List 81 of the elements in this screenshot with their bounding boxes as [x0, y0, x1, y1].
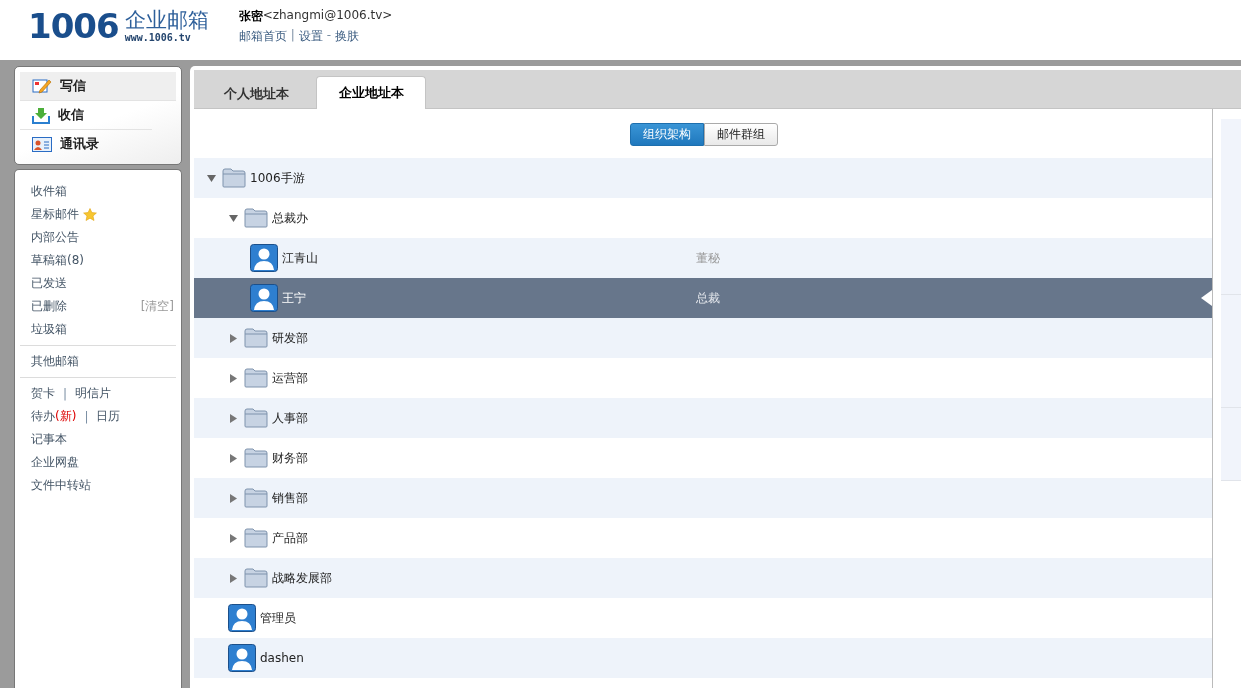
tree-row[interactable]: dashen: [194, 638, 1212, 678]
user-name: 张密: [238, 8, 263, 25]
tree-row[interactable]: 研发部: [194, 318, 1212, 358]
contact-name: dashen: [260, 651, 304, 665]
header-link[interactable]: 邮箱首页: [238, 28, 287, 45]
expanded-arrow-icon[interactable]: [228, 213, 238, 223]
user-email: <zhangmi@1006.tv>: [262, 8, 393, 24]
contact-card-icon: [32, 136, 52, 152]
collapsed-arrow-icon[interactable]: [228, 333, 238, 343]
department-name: 运营部: [272, 369, 308, 387]
header-link[interactable]: 设置: [298, 28, 323, 45]
expanded-arrow-icon[interactable]: [206, 173, 216, 183]
user-avatar-icon: [228, 604, 256, 632]
collapsed-arrow-icon[interactable]: [228, 413, 238, 423]
tree-row[interactable]: 销售部: [194, 478, 1212, 518]
department-name: 销售部: [272, 489, 308, 507]
collapsed-arrow-icon[interactable]: [228, 453, 238, 463]
job-title: 总裁: [696, 289, 721, 307]
tool-link[interactable]: 明信片: [75, 385, 112, 402]
contact-name: 王宁: [282, 289, 306, 307]
folder-icon: [244, 568, 268, 588]
sidebar-action[interactable]: 写信: [20, 72, 176, 101]
folder-icon: [244, 328, 268, 348]
folder-link[interactable]: 内部公告: [31, 229, 79, 246]
folder-icon: [244, 448, 268, 468]
collapsed-arrow-icon[interactable]: [228, 533, 238, 543]
tool-link[interactable]: 企业网盘: [31, 454, 79, 471]
star-icon: [83, 208, 97, 221]
department-name: 1006手游: [250, 169, 305, 187]
new-label: (新): [55, 408, 77, 425]
tree-row[interactable]: 1006手游: [194, 158, 1212, 198]
link-separator: |: [63, 386, 68, 401]
link-separator: |: [290, 28, 295, 44]
pencil-icon: [32, 78, 52, 94]
view-toggle-button[interactable]: 邮件群组: [704, 123, 778, 146]
tree-row[interactable]: 战略发展部: [194, 558, 1212, 598]
tool-link[interactable]: 记事本: [31, 431, 67, 448]
tool-link[interactable]: 贺卡: [31, 385, 55, 402]
view-toggle-button[interactable]: 组织架构: [630, 123, 704, 146]
tree-row[interactable]: 人事部: [194, 398, 1212, 438]
selected-tree-row[interactable]: 王宁 总裁: [194, 278, 1212, 318]
sidebar-action[interactable]: 收信: [20, 101, 152, 130]
contact-name: 管理员: [260, 609, 296, 627]
folder-icon: [244, 408, 268, 428]
link-separator: |: [84, 409, 89, 424]
tool-link[interactable]: 待办: [31, 408, 55, 425]
tab[interactable]: 企业地址本: [316, 76, 426, 109]
folder-icon: [244, 208, 268, 228]
link-separator: -: [326, 28, 332, 44]
folder-icon: [222, 168, 246, 188]
folder-link[interactable]: 其他邮箱: [31, 353, 79, 370]
department-name: 战略发展部: [272, 569, 332, 587]
tool-link[interactable]: 日历: [96, 408, 121, 425]
user-avatar-icon: [228, 644, 256, 672]
folder-link[interactable]: 草稿箱(8): [31, 252, 84, 269]
collapsed-arrow-icon[interactable]: [228, 373, 238, 383]
department-name: 产品部: [272, 529, 308, 547]
folder-icon: [244, 368, 268, 388]
job-title: 董秘: [696, 249, 721, 267]
folder-icon: [244, 488, 268, 508]
user-avatar-icon: [250, 284, 278, 312]
folder-link[interactable]: 已发送: [31, 275, 67, 292]
user-avatar-icon: [250, 244, 278, 272]
contact-name: 江青山: [282, 249, 318, 267]
department-name: 财务部: [272, 449, 308, 467]
folder-link[interactable]: 收件箱: [31, 183, 67, 200]
collapsed-arrow-icon[interactable]: [228, 573, 238, 583]
collapsed-arrow-icon[interactable]: [228, 493, 238, 503]
folder-link[interactable]: 垃圾箱: [31, 321, 67, 338]
department-name: 人事部: [272, 409, 308, 427]
tool-link[interactable]: 文件中转站: [31, 477, 91, 494]
folder-link[interactable]: 已删除: [31, 298, 67, 315]
sidebar-action[interactable]: 通讯录: [20, 130, 152, 158]
tab[interactable]: 个人地址本: [196, 79, 316, 109]
header-link[interactable]: 换肤: [335, 28, 360, 45]
department-name: 总裁办: [272, 209, 308, 227]
folder-link[interactable]: 星标邮件: [31, 206, 79, 223]
tree-row[interactable]: 江青山 董秘: [194, 238, 1212, 278]
inbox-download-icon: [32, 106, 50, 124]
folder-icon: [244, 528, 268, 548]
department-name: 研发部: [272, 329, 308, 347]
